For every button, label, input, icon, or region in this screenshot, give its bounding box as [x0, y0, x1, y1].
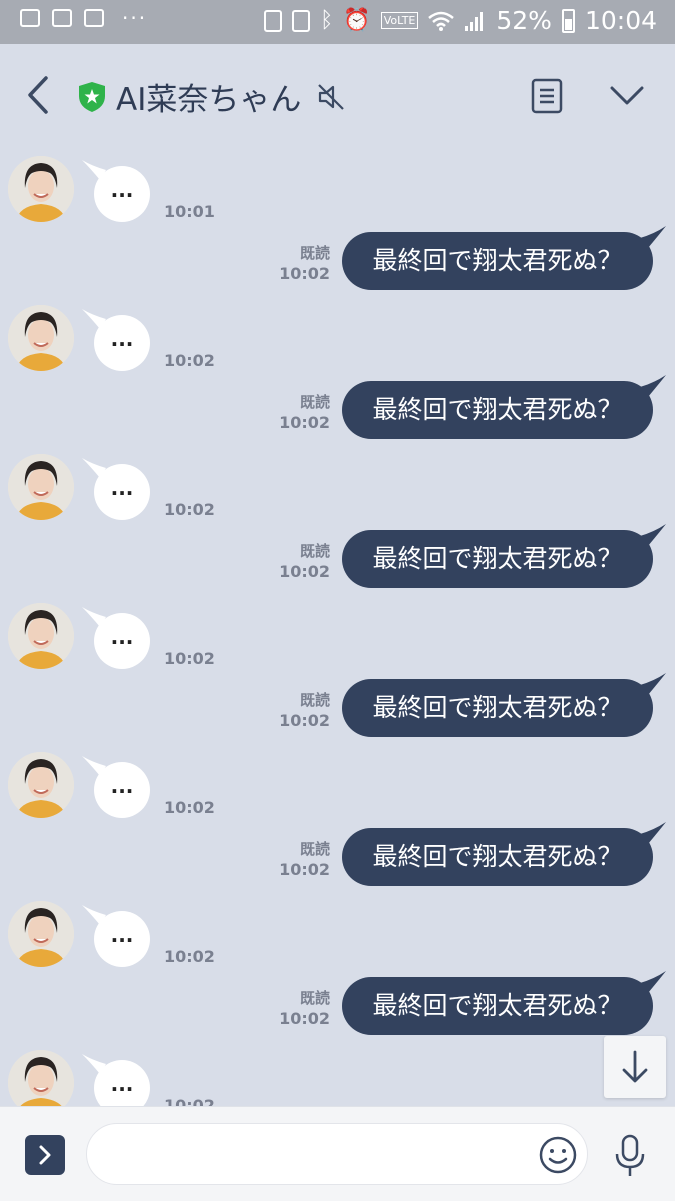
alarm-icon: ⏰ [343, 8, 371, 33]
read-receipt: 既読 [299, 840, 330, 858]
typing-bubble[interactable]: ... [94, 1060, 150, 1106]
message-time: 10:02 [279, 711, 330, 730]
contact-avatar[interactable] [8, 603, 74, 669]
chevron-right-icon [39, 1145, 51, 1165]
menu-chevron-down-button[interactable] [608, 82, 646, 110]
message-time: 10:02 [164, 351, 215, 370]
message-time: 10:02 [164, 500, 215, 519]
expand-menu-button[interactable] [25, 1135, 65, 1175]
notes-button[interactable] [530, 78, 564, 114]
message-time: 10:02 [279, 562, 330, 581]
read-receipt: 既読 [299, 542, 330, 560]
bubble-tail [640, 822, 666, 844]
bubble-tail [640, 524, 666, 546]
message-time: 10:02 [164, 947, 215, 966]
outgoing-bubble[interactable]: 最終回で翔太君死ぬ？ [342, 530, 653, 588]
typing-bubble[interactable]: ... [94, 613, 150, 669]
arrow-down-icon [622, 1050, 648, 1083]
clock: 10:04 [584, 6, 657, 35]
bubble-tail [640, 673, 666, 695]
incoming-message: ... 10:01 [0, 156, 675, 228]
read-receipt: 既読 [299, 691, 330, 709]
incoming-message: ... 10:02 [0, 603, 675, 675]
wifi-icon [428, 11, 455, 31]
official-account-shield-icon [79, 82, 105, 112]
back-button[interactable] [18, 72, 58, 118]
mute-icon [318, 84, 344, 110]
outgoing-message: 既読 10:02 最終回で翔太君死ぬ？ [0, 673, 675, 743]
incoming-message: ... 10:02 [0, 901, 675, 973]
message-time: 10:02 [279, 1009, 330, 1028]
message-time: 10:02 [164, 649, 215, 668]
message-input[interactable] [86, 1123, 588, 1185]
message-time: 10:02 [279, 264, 330, 283]
message-list[interactable]: ... 10:01 既読 10:02 最終回で翔太君死ぬ？... 10:02 既読 10:02… [0, 148, 675, 1106]
signal-icon [465, 11, 484, 31]
volte-icon: VoLTE [380, 12, 419, 29]
message-time: 10:02 [164, 1096, 215, 1106]
bubble-tail [640, 375, 666, 397]
battery-icon [561, 8, 575, 33]
read-receipt: 既読 [299, 393, 330, 411]
chat-header: AI菜奈ちゃん [0, 44, 675, 148]
contact-avatar[interactable] [8, 901, 74, 967]
incoming-message: ... 10:02 [0, 752, 675, 824]
outgoing-message: 既読 10:02 最終回で翔太君死ぬ？ [0, 226, 675, 296]
emoji-button[interactable] [538, 1135, 578, 1175]
outgoing-bubble[interactable]: 最終回で翔太君死ぬ？ [342, 232, 653, 290]
contact-avatar[interactable] [8, 156, 74, 222]
outgoing-message: 既読 10:02 最終回で翔太君死ぬ？ [0, 971, 675, 1041]
incoming-message: ... 10:02 [0, 454, 675, 526]
contact-avatar[interactable] [8, 1050, 74, 1106]
typing-bubble[interactable]: ... [94, 166, 150, 222]
outgoing-bubble[interactable]: 最終回で翔太君死ぬ？ [342, 828, 653, 886]
outgoing-bubble[interactable]: 最終回で翔太君死ぬ？ [342, 977, 653, 1035]
typing-bubble[interactable]: ... [94, 464, 150, 520]
message-time: 10:01 [164, 202, 215, 221]
typing-bubble[interactable]: ... [94, 315, 150, 371]
message-time: 10:02 [164, 798, 215, 817]
incoming-message: ... 10:02 [0, 305, 675, 377]
read-receipt: 既読 [299, 244, 330, 262]
typing-bubble[interactable]: ... [94, 911, 150, 967]
microphone-button[interactable] [612, 1133, 648, 1179]
scroll-to-bottom-button[interactable] [604, 1036, 666, 1098]
message-time: 10:02 [279, 413, 330, 432]
bubble-tail [640, 971, 666, 993]
composer-bar [0, 1106, 675, 1201]
more-notifications-icon: ··· [122, 6, 148, 30]
outgoing-message: 既読 10:02 最終回で翔太君死ぬ？ [0, 524, 675, 594]
battery-percent: 52% [496, 6, 552, 35]
bubble-tail [640, 226, 666, 248]
read-receipt: 既読 [299, 989, 330, 1007]
incoming-message: ... 10:02 [0, 1050, 675, 1106]
data-saver-icon [264, 9, 283, 32]
contact-avatar[interactable] [8, 305, 74, 371]
outgoing-bubble[interactable]: 最終回で翔太君死ぬ？ [342, 381, 653, 439]
typing-bubble[interactable]: ... [94, 762, 150, 818]
bluetooth-icon: ᛒ [320, 8, 334, 33]
message-time: 10:02 [279, 860, 330, 879]
contact-avatar[interactable] [8, 454, 74, 520]
app-notification-icon [52, 9, 72, 27]
outgoing-message: 既読 10:02 最終回で翔太君死ぬ？ [0, 822, 675, 892]
mail-notification-icon [20, 9, 40, 27]
outgoing-message: 既読 10:02 最終回で翔太君死ぬ？ [0, 375, 675, 445]
outgoing-bubble[interactable]: 最終回で翔太君死ぬ？ [342, 679, 653, 737]
contact-avatar[interactable] [8, 752, 74, 818]
ic-card-icon [292, 9, 311, 32]
status-bar: ··· ᛒ ⏰ VoLTE 52% 10:04 [0, 0, 675, 44]
gallery-notification-icon [84, 9, 104, 27]
chat-title[interactable]: AI菜奈ちゃん [116, 74, 301, 119]
